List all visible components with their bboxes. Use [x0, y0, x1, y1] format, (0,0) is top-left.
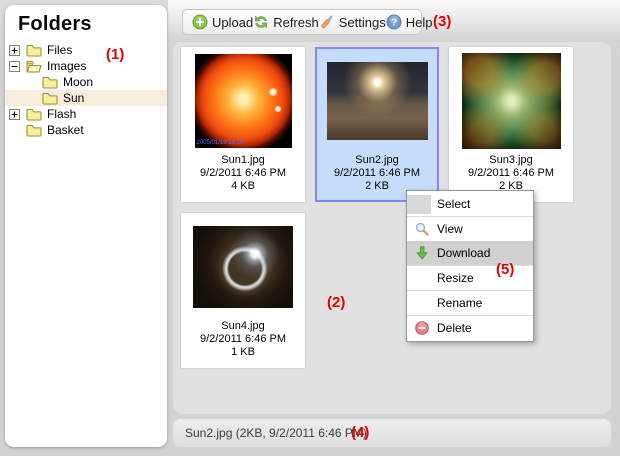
annotation-3: (3) — [433, 13, 451, 30]
menu-item-label: View — [437, 222, 463, 236]
menu-item-select[interactable]: Select — [407, 192, 533, 216]
delete-icon — [415, 321, 429, 335]
download-icon — [416, 246, 429, 260]
blank-icon-placeholder — [407, 195, 431, 214]
status-text: Sun2.jpg (2KB, 9/2/2011 6:46 PM) — [185, 426, 367, 440]
expand-icon[interactable] — [9, 109, 20, 120]
svg-text:?: ? — [391, 18, 397, 29]
file-date: 9/2/2011 6:46 PM — [200, 333, 286, 346]
file-list-panel: 2005/01/19 18:19 Sun1.jpg 9/2/2011 6:46 … — [173, 42, 611, 414]
file-size: 1 KB — [231, 346, 255, 359]
upload-icon — [192, 14, 208, 30]
status-bar: Sun2.jpg (2KB, 9/2/2011 6:46 PM) — [173, 419, 611, 447]
file-date: 9/2/2011 6:46 PM — [200, 167, 286, 180]
folder-open-icon — [26, 60, 42, 73]
settings-icon — [319, 14, 335, 30]
settings-label: Settings — [339, 15, 386, 30]
expand-icon[interactable] — [9, 45, 20, 56]
menu-item-label: Rename — [437, 296, 482, 310]
menu-item-label: Delete — [437, 321, 472, 335]
folders-panel: Folders Files Images Moon Sun Flash Bask… — [5, 5, 167, 447]
help-icon: ? — [386, 14, 402, 30]
file-card-sun4[interactable]: Sun4.jpg 9/2/2011 6:46 PM 1 KB — [181, 213, 305, 368]
collapse-icon[interactable] — [9, 61, 20, 72]
menu-item-label: Select — [437, 197, 470, 211]
folder-icon — [42, 76, 58, 89]
menu-item-label: Download — [437, 246, 490, 260]
file-size: 2 KB — [365, 180, 389, 193]
upload-button[interactable]: Upload — [192, 14, 253, 30]
tree-item-label: Basket — [47, 123, 84, 137]
refresh-button[interactable]: Refresh — [253, 14, 319, 30]
tree-item-basket[interactable]: Basket — [5, 122, 167, 138]
toolbar: Upload Refresh Settings ? Help — [182, 9, 422, 35]
folders-title: Folders — [18, 13, 167, 36]
tree-item-moon[interactable]: Moon — [5, 74, 167, 90]
file-card-sun3[interactable]: Sun3.jpg 9/2/2011 6:46 PM 2 KB — [449, 47, 573, 202]
tree-item-label: Sun — [63, 91, 84, 105]
tree-item-images[interactable]: Images — [5, 58, 167, 74]
annotation-2: (2) — [327, 294, 345, 311]
tree-item-label: Files — [47, 43, 72, 57]
file-card-sun1[interactable]: 2005/01/19 18:19 Sun1.jpg 9/2/2011 6:46 … — [181, 47, 305, 202]
file-name: Sun4.jpg — [221, 320, 264, 333]
magnifier-icon — [415, 222, 429, 236]
menu-item-view[interactable]: View — [407, 217, 533, 241]
tree-item-flash[interactable]: Flash — [5, 106, 167, 122]
file-date: 9/2/2011 6:46 PM — [334, 167, 420, 180]
file-name: Sun3.jpg — [489, 154, 532, 167]
refresh-label: Refresh — [273, 15, 319, 30]
file-date: 9/2/2011 6:46 PM — [468, 167, 554, 180]
image-timestamp-overlay: 2005/01/19 18:19 — [197, 140, 244, 146]
settings-button[interactable]: Settings — [319, 14, 386, 30]
file-name: Sun2.jpg — [355, 154, 398, 167]
context-menu: Select View Download Resize Rename Delet… — [406, 190, 534, 342]
tree-item-sun[interactable]: Sun — [5, 90, 167, 106]
help-button[interactable]: ? Help — [386, 14, 433, 30]
folder-icon — [26, 124, 42, 137]
folder-icon — [26, 44, 42, 57]
upload-label: Upload — [212, 15, 253, 30]
file-size: 4 KB — [231, 180, 255, 193]
sun4-thumbnail-image — [193, 226, 293, 308]
sun2-thumbnail-image — [327, 62, 428, 140]
folder-icon — [26, 108, 42, 121]
refresh-icon — [253, 14, 269, 30]
file-card-sun2[interactable]: Sun2.jpg 9/2/2011 6:46 PM 2 KB — [315, 47, 439, 202]
menu-item-rename[interactable]: Rename — [407, 291, 533, 315]
tree-item-label: Flash — [47, 107, 76, 121]
annotation-4: (4) — [351, 424, 369, 441]
menu-item-label: Resize — [437, 271, 474, 285]
annotation-1: (1) — [106, 46, 124, 63]
tree-item-label: Moon — [63, 75, 93, 89]
folder-icon — [42, 92, 58, 105]
help-label: Help — [406, 15, 433, 30]
sun3-thumbnail-image — [462, 53, 561, 149]
sun1-thumbnail-image: 2005/01/19 18:19 — [195, 54, 292, 148]
file-name: Sun1.jpg — [221, 154, 264, 167]
tree-item-label: Images — [47, 59, 86, 73]
menu-item-delete[interactable]: Delete — [407, 316, 533, 340]
annotation-5: (5) — [496, 261, 514, 278]
tree-item-files[interactable]: Files — [5, 42, 167, 58]
